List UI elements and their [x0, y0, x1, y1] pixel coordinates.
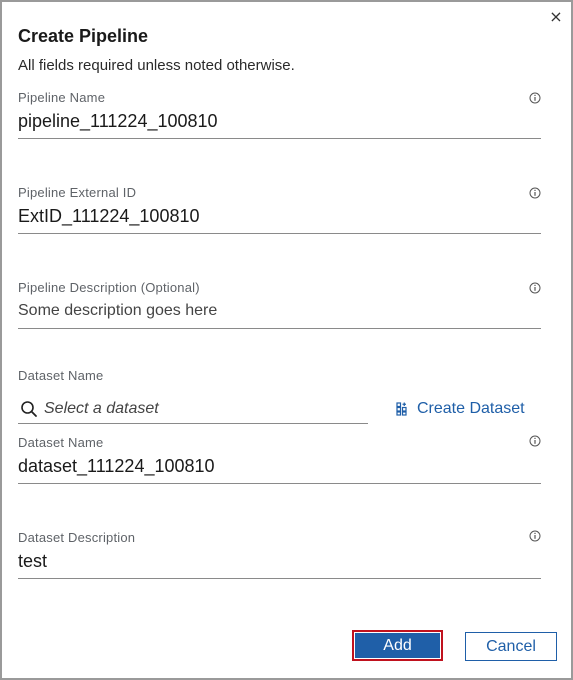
close-icon[interactable]: ×: [548, 8, 564, 26]
pipeline-name-input[interactable]: [18, 108, 518, 134]
cancel-button[interactable]: Cancel: [465, 632, 557, 661]
dataset-description-field: Dataset Description: [18, 530, 541, 580]
search-icon: [21, 401, 37, 417]
dataset-name-label: Dataset Name: [18, 435, 104, 450]
pipeline-description-input[interactable]: [18, 298, 518, 324]
dialog-title: Create Pipeline: [18, 26, 149, 46]
dataset-description-underline: [18, 578, 541, 579]
pipeline-name-field: Pipeline Name: [18, 90, 541, 140]
info-icon[interactable]: [529, 92, 541, 104]
create-dataset-button[interactable]: Create Dataset: [396, 398, 525, 420]
pipeline-name-underline: [18, 138, 541, 139]
info-icon[interactable]: [529, 530, 541, 542]
dataset-name-input[interactable]: [18, 453, 518, 479]
pipeline-name-label: Pipeline Name: [18, 90, 106, 105]
dataset-name-underline: [18, 483, 541, 484]
dataset-search-input[interactable]: [44, 398, 364, 420]
dataset-section-label: Dataset Name: [18, 368, 104, 383]
pipeline-external-id-field: Pipeline External ID: [18, 185, 541, 235]
dataset-search: [18, 396, 368, 424]
dataset-description-input[interactable]: [18, 548, 518, 574]
dataset-search-underline: [18, 423, 368, 424]
pipeline-external-id-input[interactable]: [18, 203, 518, 229]
info-icon[interactable]: [529, 187, 541, 199]
dataset-name-field: Dataset Name: [18, 435, 541, 485]
dialog-subtitle: All fields required unless noted otherwi…: [18, 57, 295, 74]
dataset-description-label: Dataset Description: [18, 530, 136, 545]
create-pipeline-dialog: × Create Pipeline All fields required un…: [0, 0, 573, 680]
pipeline-description-underline: [18, 328, 541, 329]
create-dataset-label: Create Dataset: [417, 400, 525, 417]
pipeline-external-id-underline: [18, 233, 541, 234]
pipeline-description-label: Pipeline Description (Optional): [18, 280, 200, 295]
info-icon[interactable]: [529, 435, 541, 447]
dataset-icon: [396, 402, 407, 416]
pipeline-external-id-label: Pipeline External ID: [18, 185, 137, 200]
pipeline-description-field: Pipeline Description (Optional): [18, 280, 541, 330]
info-icon[interactable]: [529, 282, 541, 294]
add-button[interactable]: Add: [352, 630, 443, 661]
